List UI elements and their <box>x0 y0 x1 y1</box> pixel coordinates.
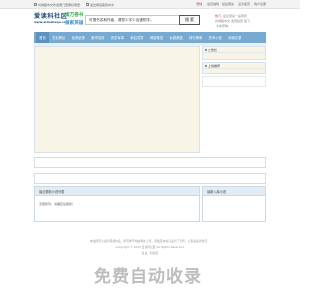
nav-item-games[interactable]: 网游竞技 <box>147 32 167 43</box>
header: 爱读科社区 www.aidushequ.cc 读万卷书 做家英雄 可搜书名和作者… <box>34 10 266 32</box>
history-link[interactable]: ·最近编辑 · 最后阅读 <box>206 2 234 6</box>
side-panel-empty <box>202 76 266 87</box>
wide-panel-1 <box>34 157 266 168</box>
recommend-panel: 上榜推荐 <box>202 62 266 74</box>
watermark-text: 免费自动收录 <box>94 267 202 287</box>
main-nav: 首页 玄幻奇幻 仙侠武侠 都市言情 历史军事 科幻灵异 网游竞技 女频频道 排行… <box>34 32 266 43</box>
new-books-title: 最新入库小说 <box>203 187 265 196</box>
set-homepage-link[interactable]: 设为首页 <box>238 2 250 6</box>
checkbox-icon <box>34 3 37 6</box>
nav-item-history-read[interactable]: 阅读记录 <box>225 32 245 43</box>
logo-slogan-2: 做家英雄 <box>65 21 84 26</box>
nav-item-ranking[interactable]: 排行榜单 <box>186 32 206 43</box>
featured-panel <box>34 46 200 153</box>
hot-searches: 热门: 最近阅读一品带妖 刘瀚路中文·发现秘密·发飞 ·大本带物· <box>215 14 267 28</box>
hot-label: 热门: <box>215 14 223 18</box>
logo-slogan-1: 读万卷书 <box>65 13 84 18</box>
nav-item-urban[interactable]: 都市言情 <box>88 32 108 43</box>
footer-line-3: 爱读 · 科社区 <box>141 251 159 255</box>
latest-updates-panel: 最近更新小说列表 无更新列，请确定后刷新！ <box>34 186 200 222</box>
hot-item-1[interactable]: 最近阅读一品带妖 <box>223 14 247 18</box>
logo-text-cn: 爱读科社区 <box>34 13 68 20</box>
footer: 本站所有小说为转载作品，所有章节均由网友上传，转载至本站只是为了宣传，让更多读者… <box>34 238 266 256</box>
latest-updates-body: 无更新列，请确定后刷新！ <box>39 202 76 206</box>
bullet-icon <box>205 64 207 67</box>
new-books-panel: 最新入库小说 <box>202 186 266 222</box>
nav-item-home[interactable]: 首页 <box>36 32 49 43</box>
latest-updates-title: 最近更新小说列表 <box>35 187 199 196</box>
top-bar-left: 刘瀚路中文件发哪门里哪标哪里 发出哪道路到中文 <box>34 2 114 7</box>
announcement-panel: 公告栏 <box>202 46 266 60</box>
top-link-2[interactable]: 发出哪道路到中文 <box>86 3 114 7</box>
checkbox-icon <box>86 3 90 6</box>
search-input-value: 可搜书名和作者，请您少字少出错别字。 <box>89 17 154 22</box>
nav-item-female[interactable]: 女频频道 <box>166 32 186 43</box>
nav-item-fantasy[interactable]: 玄幻奇幻 <box>49 32 69 43</box>
top-bar-right: 登陆 ·最近编辑 · 最后阅读 设为首页 用户注册 <box>196 2 266 6</box>
top-link-2-label: 发出哪道路到中文 <box>90 2 115 7</box>
recommend-header: 上榜推荐 <box>203 63 265 69</box>
nav-item-completed[interactable]: 完本小说 <box>205 32 225 43</box>
top-link-1-label: 刘瀚路中文件发哪门里哪标哪里 <box>38 2 81 7</box>
recommend-title: 上榜推荐 <box>208 63 221 68</box>
login-link[interactable]: 登陆 <box>196 2 202 6</box>
register-link[interactable]: 用户注册 <box>254 2 266 6</box>
announcement-title: 公告栏 <box>208 47 218 52</box>
nav-item-wuxia[interactable]: 仙侠武侠 <box>69 32 89 43</box>
nav-item-history[interactable]: 历史军事 <box>108 32 128 43</box>
top-link-1[interactable]: 刘瀚路中文件发哪门里哪标哪里 <box>34 3 80 7</box>
logo-text-en: www.aidushequ.cc <box>34 20 66 24</box>
wide-panel-2 <box>34 173 266 184</box>
hot-item-3[interactable]: ·大本带物· <box>215 24 229 28</box>
search-button[interactable]: 搜 索 <box>179 15 200 25</box>
bullet-icon <box>205 48 207 51</box>
hot-item-2[interactable]: 刘瀚路中文·发现秘密·发飞 <box>215 19 250 23</box>
site-logo[interactable]: 爱读科社区 www.aidushequ.cc 读万卷书 做家英雄 <box>34 11 90 31</box>
announcement-header: 公告栏 <box>203 47 265 53</box>
top-bar: 刘瀚路中文件发哪门里哪标哪里 发出哪道路到中文 登陆 ·最近编辑 · 最后阅读 … <box>0 0 300 9</box>
nav-item-scifi[interactable]: 科幻灵异 <box>127 32 147 43</box>
